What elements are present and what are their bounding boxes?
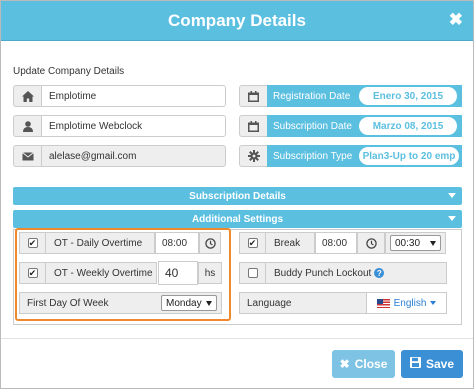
close-button[interactable]: ✖ Close (332, 350, 395, 378)
company-name-group: Emplotime (13, 85, 226, 107)
close-icon: ✖ (339, 357, 350, 371)
registration-date-text: Registration Date (273, 90, 351, 102)
section-title: Update Company Details (13, 66, 125, 77)
break-label: Break (274, 237, 301, 249)
dropdown-arrow-icon (430, 240, 436, 246)
envelope-icon (13, 145, 41, 167)
close-icon[interactable]: ✖ (449, 11, 463, 29)
buddy-punch-label: Buddy Punch Lockout (274, 267, 372, 279)
language-selector[interactable]: English (367, 298, 446, 309)
help-icon[interactable]: ? (374, 268, 385, 278)
language-row: Language English (239, 292, 447, 314)
user-icon (13, 115, 41, 137)
caret-down-icon (448, 216, 456, 221)
calendar-icon (239, 115, 267, 137)
subscription-type-text: Subscription Type (273, 150, 353, 162)
dialog-titlebar: Company Details ✖ (1, 1, 473, 41)
company-name-input[interactable]: Emplotime (41, 85, 226, 107)
subscription-details-bar[interactable]: Subscription Details (13, 187, 462, 205)
footer-divider (1, 338, 473, 339)
caret-down-icon (430, 301, 437, 305)
gear-icon (239, 145, 267, 167)
subscription-date-value: Marzo 08, 2015 (359, 117, 457, 135)
us-flag-icon (376, 298, 390, 308)
additional-settings-label: Additional Settings (191, 213, 284, 225)
break-duration-wrap: 00:30 (385, 232, 446, 254)
break-duration-value: 00:30 (395, 237, 421, 249)
subscription-date-text: Subscription Date (273, 120, 352, 132)
additional-settings-bar[interactable]: Additional Settings (13, 210, 462, 228)
break-duration-select[interactable]: 00:30 (390, 235, 441, 251)
break-time-input[interactable]: 08:00 (315, 232, 357, 254)
close-button-label: Close (354, 357, 388, 371)
calendar-icon (239, 85, 267, 107)
dialog-title: Company Details (168, 11, 306, 30)
registration-date-value: Enero 30, 2015 (359, 87, 457, 105)
language-label-cell: Language (240, 293, 367, 313)
email-field[interactable]: alelase@gmail.com (41, 145, 226, 167)
buddy-punch-checkbox[interactable] (247, 268, 258, 278)
save-icon (409, 357, 421, 371)
clock-icon[interactable] (357, 232, 385, 254)
break-checkbox[interactable]: ✔ (247, 238, 258, 248)
language-link[interactable]: English (376, 297, 437, 309)
company-alias-group: Emplotime Webclock (13, 115, 226, 137)
language-value: English (393, 297, 427, 309)
buddy-punch-row: Buddy Punch Lockout ? (239, 262, 447, 284)
break-row: ✔ Break (239, 232, 315, 254)
save-button-label: Save (425, 357, 455, 371)
highlight-box (15, 228, 231, 321)
language-label: Language (247, 297, 292, 309)
subscription-details-label: Subscription Details (189, 190, 286, 202)
save-button[interactable]: Save (401, 350, 463, 378)
home-icon (13, 85, 41, 107)
caret-down-icon (448, 193, 456, 198)
company-details-dialog: Company Details ✖ Update Company Details… (0, 0, 474, 389)
subscription-type-value: Plan3-Up to 20 emp (359, 147, 459, 165)
email-group: alelase@gmail.com (13, 145, 226, 167)
company-alias-input[interactable]: Emplotime Webclock (41, 115, 226, 137)
